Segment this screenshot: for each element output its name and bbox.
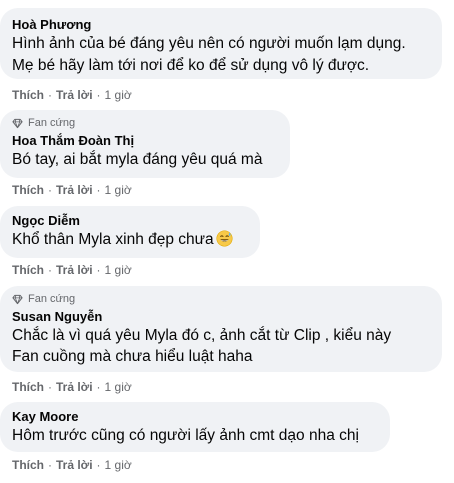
comment-text: Hôm trước cũng có người lấy ảnh cmt dạo … xyxy=(12,427,359,444)
comment-actions: Thích · Trả lời · 1 giờ xyxy=(12,183,132,197)
comment-text: Khổ thân Myla xinh đẹp chưa xyxy=(12,229,248,251)
separator-dot: · xyxy=(48,183,52,197)
fan-badge[interactable]: Fan cứng xyxy=(12,116,278,130)
separator-dot: · xyxy=(96,458,101,472)
comment-bubble: Ngọc Diễm Khổ thân Myla xinh đẹp chưa xyxy=(0,206,260,258)
reply-button[interactable]: Trả lời xyxy=(56,458,93,472)
comment-text: Chắc là vì quá yêu Myla đó c, ảnh cắt từ… xyxy=(12,327,392,365)
comment-author[interactable]: Susan Nguyễn xyxy=(12,309,430,325)
separator-dot: · xyxy=(48,88,52,102)
separator-dot: · xyxy=(48,458,52,472)
like-button[interactable]: Thích xyxy=(12,458,44,472)
comment-bubble: Fan cứng Hoa Thắm Đoàn Thị Bó tay, ai bắ… xyxy=(0,110,290,178)
comment-actions: Thích · Trả lời · 1 giờ xyxy=(12,88,132,102)
diamond-icon xyxy=(12,118,23,128)
like-button[interactable]: Thích xyxy=(12,88,44,102)
comment-timestamp[interactable]: 1 giờ xyxy=(105,458,132,472)
comment-author[interactable]: Hoa Thắm Đoàn Thị xyxy=(12,133,278,149)
separator-dot: · xyxy=(48,263,52,277)
comment-bubble: Fan cứng Susan Nguyễn Chắc là vì quá yêu… xyxy=(0,286,442,372)
separator-dot: · xyxy=(96,88,101,102)
like-button[interactable]: Thích xyxy=(12,263,44,277)
reply-button[interactable]: Trả lời xyxy=(56,183,93,197)
like-button[interactable]: Thích xyxy=(12,380,44,394)
diamond-icon xyxy=(12,294,23,304)
reply-button[interactable]: Trả lời xyxy=(56,88,93,102)
separator-dot: · xyxy=(96,183,101,197)
comment-actions: Thích · Trả lời · 1 giờ xyxy=(12,458,132,472)
comment-actions: Thích · Trả lời · 1 giờ xyxy=(12,380,132,394)
comment-timestamp[interactable]: 1 giờ xyxy=(105,263,132,277)
fan-badge[interactable]: Fan cứng xyxy=(12,292,430,306)
comment-feed: Hoà Phương Hình ảnh của bé đáng yêu nên … xyxy=(0,0,454,483)
comment-text-content: Khổ thân Myla xinh đẹp chưa xyxy=(12,231,214,248)
reply-button[interactable]: Trả lời xyxy=(56,380,93,394)
comment-timestamp[interactable]: 1 giờ xyxy=(105,183,132,197)
comment-bubble: Hoà Phương Hình ảnh của bé đáng yêu nên … xyxy=(0,8,442,79)
comment-text: Bó tay, ai bắt myla đáng yêu quá mà xyxy=(12,151,263,168)
separator-dot: · xyxy=(48,380,52,394)
grinning-sweat-emoji xyxy=(216,230,233,247)
comment-bubble: Kay Moore Hôm trước cũng có người lấy ản… xyxy=(0,402,390,452)
like-button[interactable]: Thích xyxy=(12,183,44,197)
fan-badge-label: Fan cứng xyxy=(28,117,76,129)
separator-dot: · xyxy=(96,263,101,277)
reply-button[interactable]: Trả lời xyxy=(56,263,93,277)
comment-author[interactable]: Ngọc Diễm xyxy=(12,213,248,229)
comment-text: Hình ảnh của bé đáng yêu nên có người mu… xyxy=(12,35,406,74)
fan-badge-label: Fan cứng xyxy=(28,293,76,305)
comment-timestamp[interactable]: 1 giờ xyxy=(105,88,132,102)
comment-timestamp[interactable]: 1 giờ xyxy=(105,380,132,394)
comment-author[interactable]: Hoà Phương xyxy=(12,17,430,33)
comment-actions: Thích · Trả lời · 1 giờ xyxy=(12,263,132,277)
comment-author[interactable]: Kay Moore xyxy=(12,409,378,425)
separator-dot: · xyxy=(96,380,101,394)
